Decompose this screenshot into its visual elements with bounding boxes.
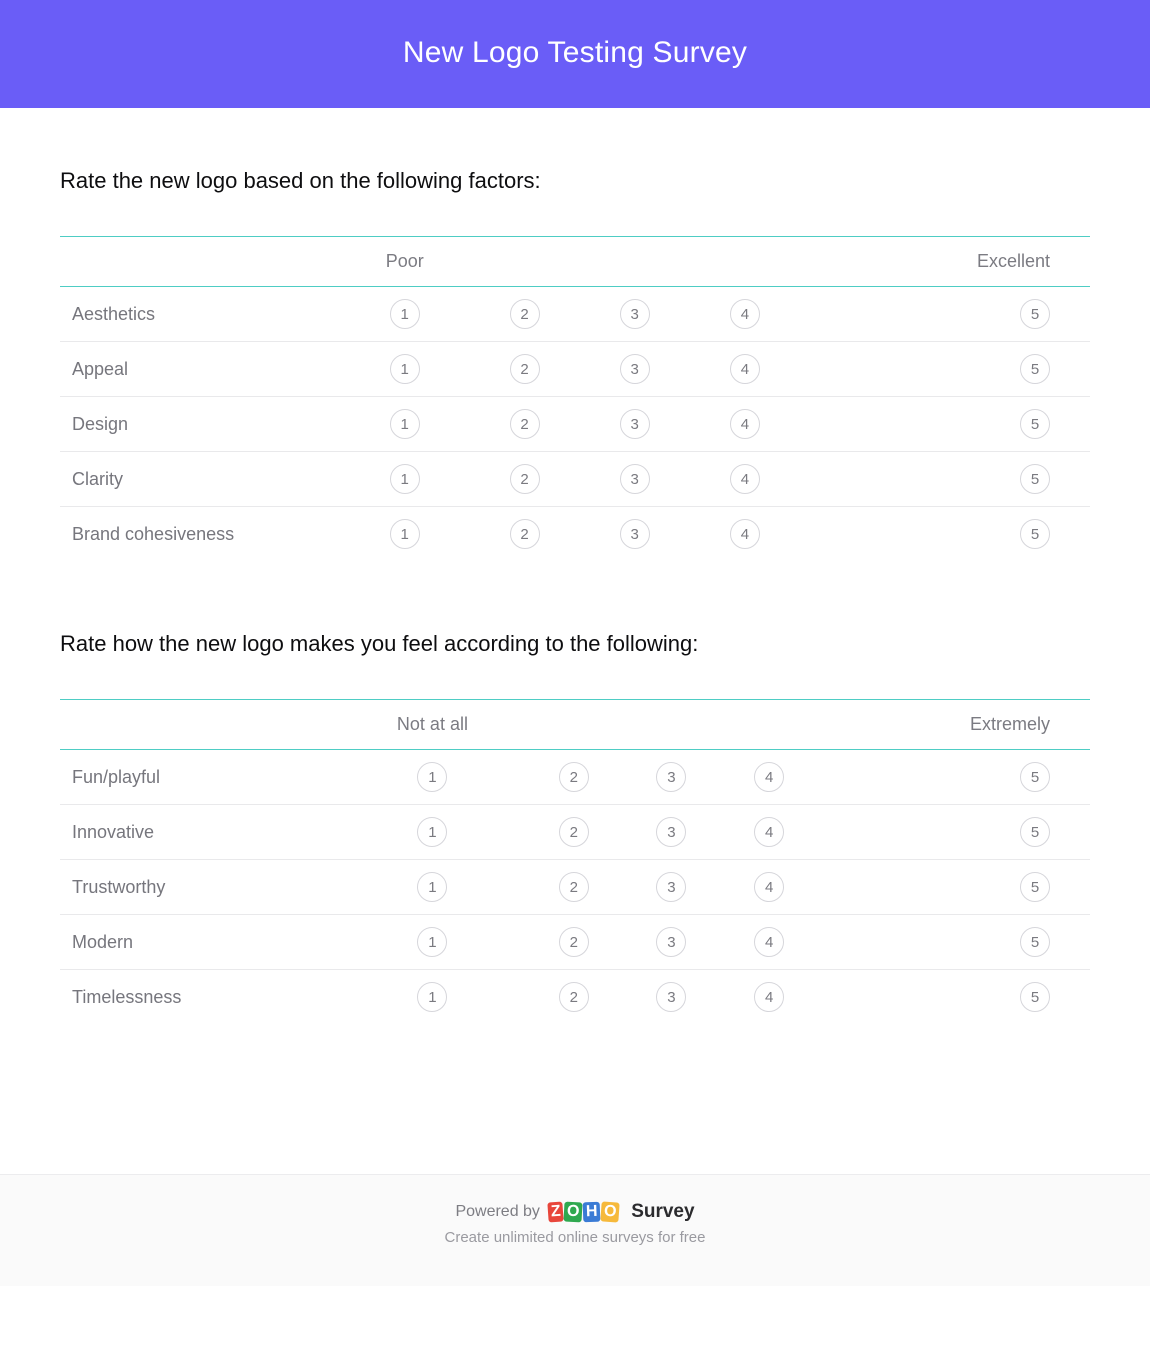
rating-option[interactable]: 1 bbox=[417, 872, 447, 902]
matrix-row: Innovative 1 2 3 4 5 bbox=[60, 805, 1090, 860]
rating-option[interactable]: 3 bbox=[620, 409, 650, 439]
brand-word: Survey bbox=[631, 1201, 694, 1223]
matrix-row: Trustworthy 1 2 3 4 5 bbox=[60, 860, 1090, 915]
matrix-corner bbox=[60, 237, 340, 287]
matrix-row: Fun/playful 1 2 3 4 5 bbox=[60, 750, 1090, 805]
rating-option[interactable]: 1 bbox=[417, 927, 447, 957]
rating-option[interactable]: 3 bbox=[656, 927, 686, 957]
rating-option[interactable]: 2 bbox=[559, 817, 589, 847]
rating-option[interactable]: 2 bbox=[510, 519, 540, 549]
row-label: Innovative bbox=[60, 805, 340, 860]
rating-option[interactable]: 4 bbox=[730, 519, 760, 549]
rating-option[interactable]: 5 bbox=[1020, 817, 1050, 847]
matrix-corner bbox=[60, 700, 340, 750]
rating-option[interactable]: 5 bbox=[1020, 519, 1050, 549]
powered-by-text: Powered by bbox=[455, 1203, 540, 1221]
rating-option[interactable]: 1 bbox=[390, 409, 420, 439]
rating-option[interactable]: 3 bbox=[656, 982, 686, 1012]
rating-option[interactable]: 4 bbox=[730, 354, 760, 384]
survey-content: Rate the new logo based on the following… bbox=[0, 108, 1150, 1174]
matrix-row: Design 1 2 3 4 5 bbox=[60, 397, 1090, 452]
scale-spacer bbox=[580, 237, 690, 287]
row-label: Appeal bbox=[60, 342, 340, 397]
rating-option[interactable]: 5 bbox=[1020, 982, 1050, 1012]
rating-option[interactable]: 3 bbox=[656, 817, 686, 847]
scale-label-low: Poor bbox=[340, 237, 469, 287]
rating-option[interactable]: 2 bbox=[559, 762, 589, 792]
rating-option[interactable]: 1 bbox=[390, 519, 420, 549]
rating-option[interactable]: 2 bbox=[510, 464, 540, 494]
scale-label-high: Excellent bbox=[800, 237, 1090, 287]
row-label: Modern bbox=[60, 915, 340, 970]
rating-option[interactable]: 5 bbox=[1020, 354, 1050, 384]
rating-matrix-2: Not at all Extremely Fun/playful 1 2 3 4… bbox=[60, 699, 1090, 1024]
rating-option[interactable]: 5 bbox=[1020, 409, 1050, 439]
rating-option[interactable]: 3 bbox=[620, 354, 650, 384]
rating-option[interactable]: 1 bbox=[390, 464, 420, 494]
row-label: Trustworthy bbox=[60, 860, 340, 915]
rating-option[interactable]: 1 bbox=[417, 982, 447, 1012]
rating-option[interactable]: 1 bbox=[417, 762, 447, 792]
survey-title: New Logo Testing Survey bbox=[0, 36, 1150, 70]
matrix-row: Modern 1 2 3 4 5 bbox=[60, 915, 1090, 970]
rating-option[interactable]: 2 bbox=[559, 872, 589, 902]
rating-option[interactable]: 1 bbox=[417, 817, 447, 847]
rating-option[interactable]: 3 bbox=[620, 299, 650, 329]
rating-option[interactable]: 4 bbox=[754, 872, 784, 902]
row-label: Aesthetics bbox=[60, 287, 340, 342]
scale-spacer bbox=[623, 700, 721, 750]
scale-label-low: Not at all bbox=[340, 700, 525, 750]
survey-footer: Powered by ZOHO Survey Create unlimited … bbox=[0, 1174, 1150, 1286]
rating-option[interactable]: 4 bbox=[730, 464, 760, 494]
matrix-row: Clarity 1 2 3 4 5 bbox=[60, 452, 1090, 507]
rating-option[interactable]: 5 bbox=[1020, 872, 1050, 902]
question-block-1: Rate the new logo based on the following… bbox=[60, 168, 1090, 561]
rating-option[interactable]: 4 bbox=[754, 762, 784, 792]
matrix-row: Timelessness 1 2 3 4 5 bbox=[60, 970, 1090, 1025]
rating-option[interactable]: 2 bbox=[510, 299, 540, 329]
row-label: Timelessness bbox=[60, 970, 340, 1025]
rating-option[interactable]: 3 bbox=[656, 762, 686, 792]
rating-option[interactable]: 4 bbox=[754, 927, 784, 957]
scale-spacer bbox=[469, 237, 579, 287]
rating-option[interactable]: 3 bbox=[620, 519, 650, 549]
rating-option[interactable]: 2 bbox=[559, 982, 589, 1012]
rating-option[interactable]: 3 bbox=[620, 464, 650, 494]
question-prompt: Rate the new logo based on the following… bbox=[60, 168, 1090, 194]
matrix-row: Aesthetics 1 2 3 4 5 bbox=[60, 287, 1090, 342]
rating-option[interactable]: 1 bbox=[390, 354, 420, 384]
scale-spacer bbox=[525, 700, 623, 750]
rating-option[interactable]: 2 bbox=[510, 354, 540, 384]
rating-option[interactable]: 5 bbox=[1020, 464, 1050, 494]
rating-option[interactable]: 5 bbox=[1020, 927, 1050, 957]
rating-option[interactable]: 4 bbox=[754, 982, 784, 1012]
scale-spacer bbox=[690, 237, 800, 287]
rating-option[interactable]: 4 bbox=[730, 409, 760, 439]
matrix-row: Brand cohesiveness 1 2 3 4 5 bbox=[60, 507, 1090, 562]
rating-option[interactable]: 5 bbox=[1020, 762, 1050, 792]
zoho-logo-icon: ZOHO bbox=[548, 1202, 619, 1222]
rating-option[interactable]: 4 bbox=[730, 299, 760, 329]
rating-option[interactable]: 4 bbox=[754, 817, 784, 847]
rating-option[interactable]: 1 bbox=[390, 299, 420, 329]
row-label: Clarity bbox=[60, 452, 340, 507]
row-label: Brand cohesiveness bbox=[60, 507, 340, 562]
rating-matrix-1: Poor Excellent Aesthetics 1 2 3 4 5 A bbox=[60, 236, 1090, 561]
scale-spacer bbox=[720, 700, 818, 750]
rating-option[interactable]: 2 bbox=[559, 927, 589, 957]
question-prompt: Rate how the new logo makes you feel acc… bbox=[60, 631, 1090, 657]
row-label: Fun/playful bbox=[60, 750, 340, 805]
footer-tagline: Create unlimited online surveys for free bbox=[0, 1229, 1150, 1246]
footer-powered-by[interactable]: Powered by ZOHO Survey bbox=[0, 1201, 1150, 1223]
rating-option[interactable]: 2 bbox=[510, 409, 540, 439]
survey-header: New Logo Testing Survey bbox=[0, 0, 1150, 108]
row-label: Design bbox=[60, 397, 340, 452]
rating-option[interactable]: 5 bbox=[1020, 299, 1050, 329]
rating-option[interactable]: 3 bbox=[656, 872, 686, 902]
question-block-2: Rate how the new logo makes you feel acc… bbox=[60, 631, 1090, 1024]
matrix-row: Appeal 1 2 3 4 5 bbox=[60, 342, 1090, 397]
scale-label-high: Extremely bbox=[818, 700, 1090, 750]
